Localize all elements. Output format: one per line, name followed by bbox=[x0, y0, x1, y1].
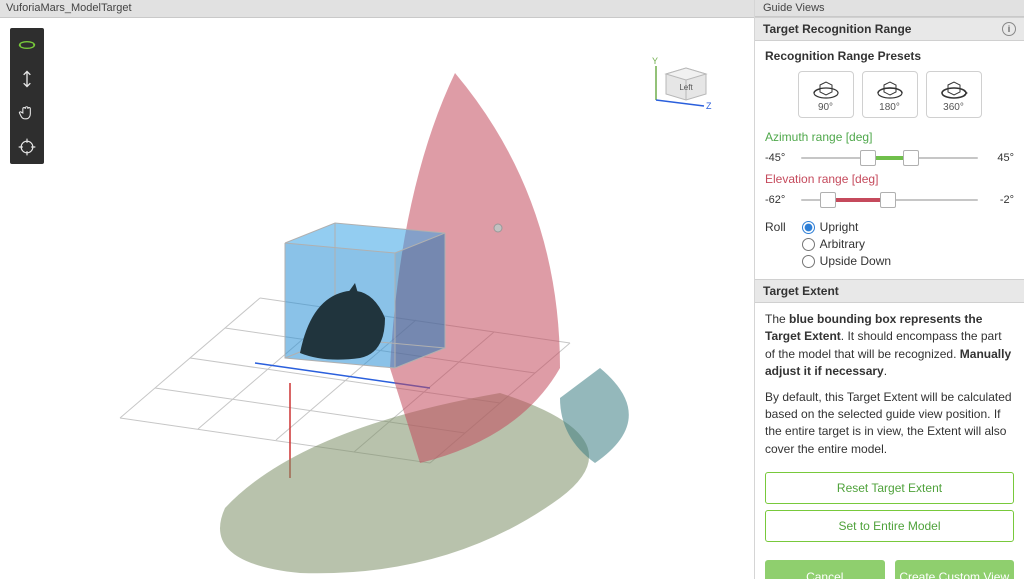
viewport-3d[interactable]: Y Z Left bbox=[0, 18, 754, 579]
roll-option-upside-down[interactable]: Upside Down bbox=[802, 254, 891, 268]
presets-label: Recognition Range Presets bbox=[765, 49, 1014, 63]
elevation-thumb-high[interactable] bbox=[880, 192, 896, 208]
extent-desc-1: The blue bounding box represents the Tar… bbox=[765, 311, 1014, 381]
extent-desc-2: By default, this Target Extent will be c… bbox=[765, 389, 1014, 459]
axis-z-label: Z bbox=[706, 101, 712, 111]
preset-90-icon bbox=[811, 78, 841, 100]
azimuth-thumb-high[interactable] bbox=[903, 150, 919, 166]
create-custom-view-button[interactable]: Create Custom View bbox=[895, 560, 1015, 579]
window-title: VuforiaMars_ModelTarget bbox=[0, 0, 754, 18]
dolly-icon bbox=[17, 69, 37, 89]
elevation-high-value: -2° bbox=[984, 194, 1014, 206]
preset-180[interactable]: 180° bbox=[862, 71, 918, 118]
info-icon[interactable]: i bbox=[1002, 22, 1016, 36]
orbit-icon bbox=[17, 35, 37, 55]
scene-svg bbox=[0, 18, 754, 579]
preset-90-label: 90° bbox=[818, 102, 833, 113]
hand-icon bbox=[17, 103, 37, 123]
side-tab-guide-views[interactable]: Guide Views bbox=[755, 0, 1024, 17]
elevation-slider[interactable] bbox=[801, 190, 978, 210]
orbit-tool[interactable] bbox=[10, 28, 44, 62]
section-extent-title: Target Extent bbox=[763, 284, 839, 298]
elevation-low-value: -62° bbox=[765, 194, 795, 206]
roll-label: Roll bbox=[765, 220, 786, 234]
roll-option-upright[interactable]: Upright bbox=[802, 220, 891, 234]
preset-360-icon bbox=[939, 78, 969, 100]
preset-90[interactable]: 90° bbox=[798, 71, 854, 118]
preset-360[interactable]: 360° bbox=[926, 71, 982, 118]
azimuth-thumb-low[interactable] bbox=[860, 150, 876, 166]
section-recognition-header: Target Recognition Range i bbox=[755, 17, 1024, 41]
viewport-toolbar bbox=[10, 28, 44, 164]
azimuth-label: Azimuth range [deg] bbox=[765, 130, 1014, 144]
roll-option-arbitrary[interactable]: Arbitrary bbox=[802, 237, 891, 251]
crosshair-icon bbox=[17, 137, 37, 157]
section-recognition-title: Target Recognition Range bbox=[763, 22, 911, 36]
preset-180-icon bbox=[875, 78, 905, 100]
azimuth-low-value: -45° bbox=[765, 152, 795, 164]
azimuth-high-value: 45° bbox=[984, 152, 1014, 164]
preset-360-label: 360° bbox=[943, 102, 964, 113]
center-tool[interactable] bbox=[10, 130, 44, 164]
azimuth-slider[interactable] bbox=[801, 148, 978, 168]
cube-face-label: Left bbox=[679, 83, 693, 92]
dolly-tool[interactable] bbox=[10, 62, 44, 96]
cancel-button[interactable]: Cancel bbox=[765, 560, 885, 579]
elevation-thumb-low[interactable] bbox=[820, 192, 836, 208]
view-cube[interactable]: Y Z Left bbox=[646, 54, 718, 110]
elevation-label: Elevation range [deg] bbox=[765, 172, 1014, 186]
side-panel: Guide Views Target Recognition Range i R… bbox=[754, 0, 1024, 579]
pan-tool[interactable] bbox=[10, 96, 44, 130]
reset-extent-button[interactable]: Reset Target Extent bbox=[765, 472, 1014, 504]
axis-y-label: Y bbox=[652, 56, 658, 66]
set-entire-model-button[interactable]: Set to Entire Model bbox=[765, 510, 1014, 542]
section-extent-header: Target Extent bbox=[755, 279, 1024, 303]
preset-180-label: 180° bbox=[879, 102, 900, 113]
